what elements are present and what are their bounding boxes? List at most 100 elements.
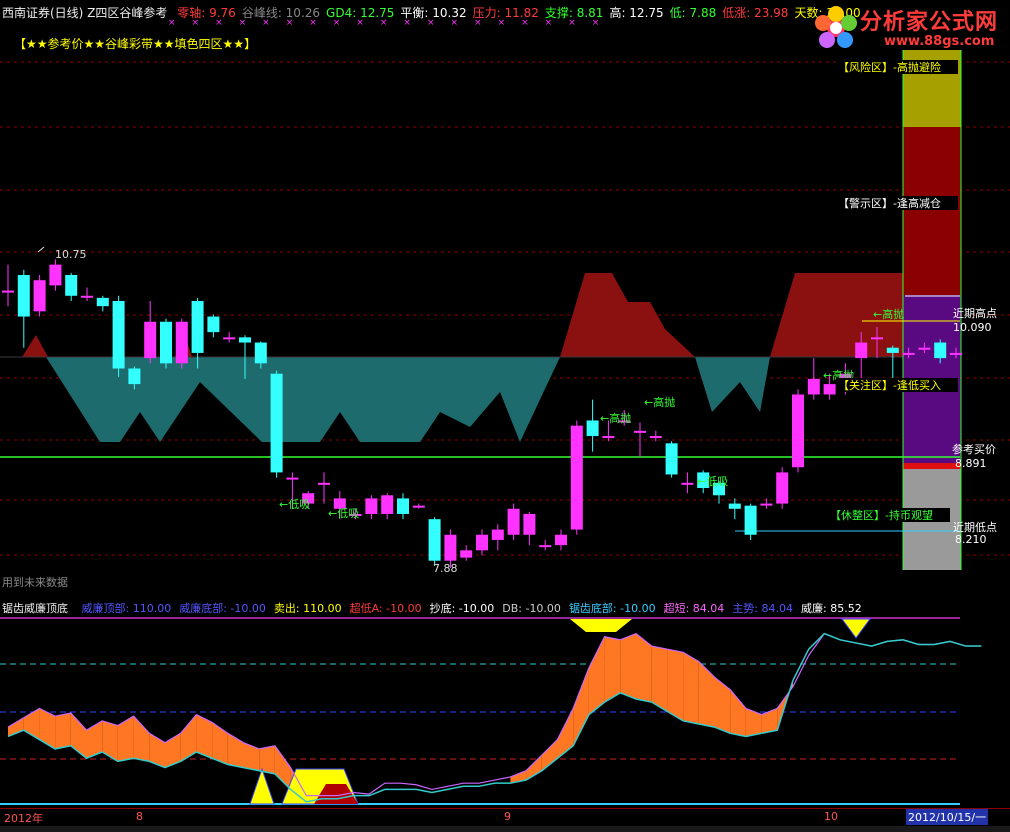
candle-body bbox=[649, 436, 662, 439]
high-price-label: 10.75 bbox=[55, 248, 87, 261]
candle-body bbox=[207, 316, 220, 333]
candle-body bbox=[539, 545, 552, 548]
sawtooth-bottom-line bbox=[7, 632, 982, 803]
zone-label: 【警示区】-逢高减仓 bbox=[838, 196, 941, 210]
candle-body bbox=[160, 321, 172, 364]
fill-band bbox=[667, 649, 684, 721]
fill-band bbox=[683, 652, 699, 724]
candle-body bbox=[523, 513, 536, 535]
candle-body bbox=[49, 264, 62, 286]
valley-ribbon bbox=[46, 357, 560, 442]
candle-body bbox=[855, 342, 868, 359]
near-high-label: 近期高点 bbox=[953, 306, 997, 320]
candle-body bbox=[428, 519, 441, 561]
candle-body bbox=[460, 550, 473, 558]
fill-band bbox=[604, 636, 621, 703]
header-markers: ××××××××××××××××××× bbox=[168, 18, 616, 28]
candle-body bbox=[412, 505, 425, 508]
top-signal bbox=[841, 618, 871, 639]
header-item: 高: 12.75 bbox=[609, 6, 664, 20]
fill-band bbox=[55, 713, 71, 749]
sell-signal: ←高抛 bbox=[600, 411, 631, 425]
logo-name: 分析家公式网 bbox=[860, 10, 999, 35]
candle-body bbox=[128, 368, 141, 385]
fill-band bbox=[180, 714, 197, 762]
fill-band bbox=[274, 745, 291, 790]
candle-body bbox=[886, 347, 899, 353]
candle-body bbox=[570, 425, 583, 530]
buy-signal: ←低吸 bbox=[697, 475, 728, 488]
candle-body bbox=[807, 378, 820, 395]
candle-body bbox=[112, 300, 125, 369]
month-label-oct: 10 bbox=[824, 810, 838, 823]
bottom-signal bbox=[249, 767, 275, 805]
taskbar bbox=[0, 826, 1010, 832]
current-date: 2012/10/15/一 bbox=[906, 809, 989, 825]
fill-band bbox=[651, 646, 668, 712]
year-label: 2012年 bbox=[4, 812, 43, 825]
low-price-label: 7.88 bbox=[433, 562, 458, 575]
candle-body bbox=[175, 321, 188, 364]
candle-body bbox=[744, 505, 757, 535]
candle-body bbox=[270, 373, 283, 473]
candle-body bbox=[823, 384, 836, 395]
fill-band bbox=[243, 742, 260, 771]
candle-body bbox=[760, 503, 773, 506]
candle-body bbox=[17, 274, 30, 317]
candle-body bbox=[318, 482, 330, 485]
candle-body bbox=[144, 321, 157, 359]
fill-band bbox=[620, 633, 636, 700]
fill-band bbox=[557, 708, 574, 759]
candle-body bbox=[491, 529, 504, 540]
buy-signal: ←低吸 bbox=[328, 507, 359, 520]
header-item: 低: 7.88 bbox=[669, 6, 717, 20]
candle-body bbox=[365, 498, 378, 514]
candle-body bbox=[397, 498, 409, 514]
fill-band bbox=[102, 720, 118, 762]
candle-body bbox=[902, 352, 915, 355]
buy-signal: ←低吸 bbox=[279, 498, 310, 511]
month-label-aug: 8 bbox=[136, 810, 143, 823]
ref-buy-bar bbox=[903, 463, 961, 469]
indicator-chart[interactable] bbox=[0, 612, 1010, 812]
candle-body bbox=[254, 342, 267, 364]
candle-body bbox=[476, 534, 488, 551]
price-chart[interactable]: 10.757.88←高抛←高抛←高抛←高抛←低吸←低吸←低吸【风险区】-高抛避险… bbox=[0, 40, 1010, 600]
candle-body bbox=[33, 280, 46, 312]
ref-buy-value: 8.891 bbox=[955, 457, 987, 470]
near-high-value: 10.090 bbox=[953, 321, 992, 334]
fill-band bbox=[698, 661, 715, 728]
candle-body bbox=[634, 430, 646, 433]
candle-body bbox=[191, 300, 204, 353]
warning-zone bbox=[903, 127, 961, 295]
peak-ribbon bbox=[22, 335, 48, 357]
williams-line bbox=[7, 632, 982, 797]
fill-band bbox=[588, 636, 605, 715]
fill-band bbox=[541, 739, 558, 771]
sell-signal: ←高抛 bbox=[644, 395, 675, 409]
candle-body bbox=[286, 477, 299, 480]
candle-body bbox=[776, 472, 789, 504]
candle-body bbox=[81, 295, 93, 298]
candle-body bbox=[665, 443, 678, 475]
candle-body bbox=[507, 508, 520, 535]
fill-band bbox=[730, 689, 746, 737]
valley-ribbon bbox=[695, 357, 770, 412]
candle-body bbox=[950, 352, 962, 355]
fill-band bbox=[212, 722, 228, 765]
pointer bbox=[37, 246, 45, 253]
header-item: 低涨: 23.98 bbox=[722, 6, 789, 20]
fill-band bbox=[745, 708, 762, 737]
candle-body bbox=[728, 503, 741, 509]
candle-body bbox=[586, 420, 599, 437]
zone-label: 【风险区】-高抛避险 bbox=[838, 60, 941, 74]
candle-body bbox=[381, 495, 394, 514]
candle-body bbox=[555, 534, 567, 546]
candle-body bbox=[444, 534, 457, 561]
candle-body bbox=[65, 274, 78, 296]
fill-band bbox=[573, 667, 589, 746]
top-signal bbox=[570, 619, 632, 632]
stock-title: 西南证券(日线) Z四区谷峰参考 bbox=[2, 6, 168, 20]
sell-signal: ←高抛 bbox=[873, 307, 904, 321]
candle-body bbox=[602, 436, 615, 439]
